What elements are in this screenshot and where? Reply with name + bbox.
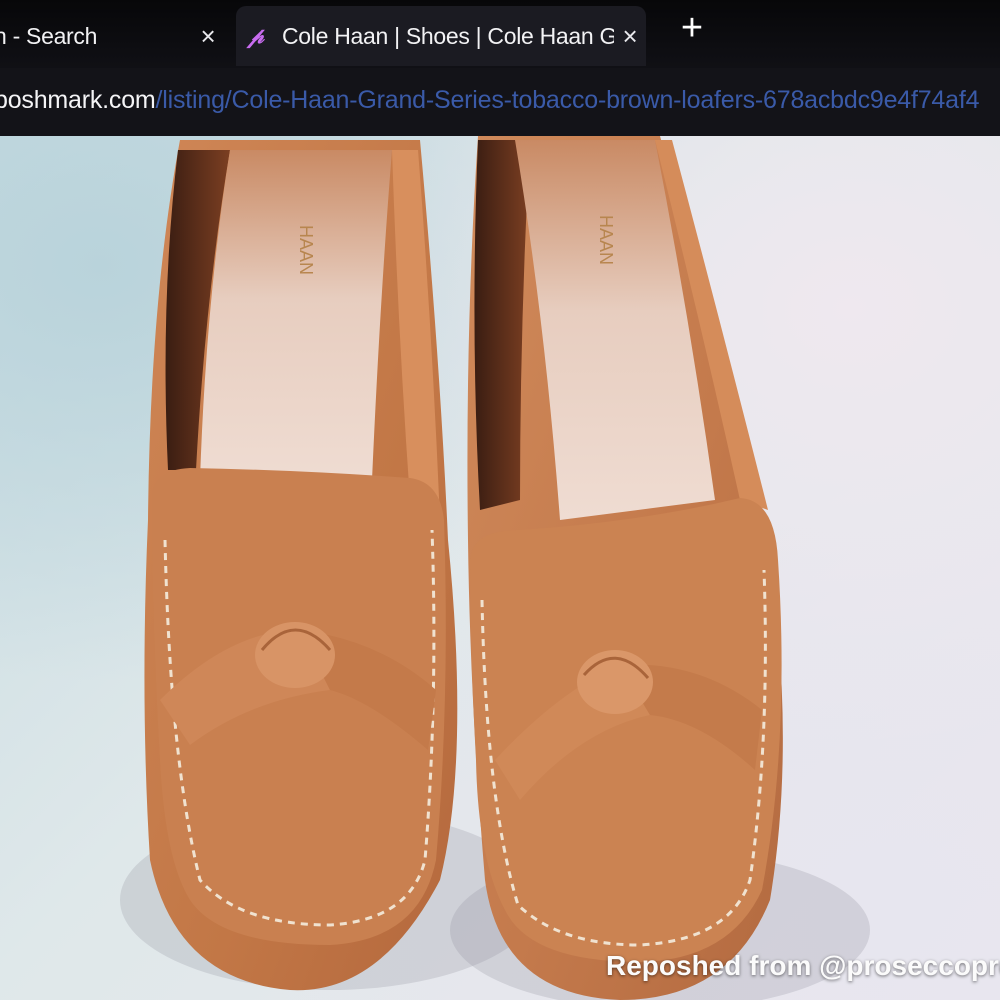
left-loafer: HAAN [144, 140, 458, 991]
right-loafer: HAAN [467, 136, 783, 1000]
address-bar[interactable]: poshmark.com/listing/Cole-Haan-Grand-Ser… [0, 68, 1000, 140]
url-host: poshmark.com [0, 86, 156, 114]
browser-tab-bar: n - Search × 𝓅 Cole Haan | Shoes | Cole … [0, 0, 1000, 68]
tab-title: Cole Haan | Shoes | Cole Haan G [282, 22, 614, 49]
url-path: /listing/Cole-Haan-Grand-Series-tobacco-… [155, 86, 980, 114]
left-insole-brand: HAAN [296, 225, 316, 275]
close-tab-icon[interactable]: × [192, 21, 224, 52]
loafers-illustration: HAAN HAAN [120, 136, 870, 1000]
right-insole-brand: HAAN [596, 215, 616, 265]
tab-cole-haan[interactable]: 𝓅 Cole Haan | Shoes | Cole Haan G × [236, 6, 646, 66]
new-tab-icon[interactable]: + [672, 8, 712, 48]
close-tab-icon[interactable]: × [614, 21, 646, 52]
url-field[interactable]: poshmark.com/listing/Cole-Haan-Grand-Ser… [0, 86, 979, 115]
left-insole [200, 150, 392, 480]
product-photo: HAAN HAAN [0, 136, 1000, 1000]
tab-search[interactable]: n - Search × [0, 6, 224, 66]
tab-title: n - Search [0, 22, 98, 49]
repost-caption: Reposhed from @proseccopro [606, 950, 1000, 981]
poshmark-favicon-icon: 𝓅 [248, 23, 264, 48]
left-knot [255, 622, 335, 688]
